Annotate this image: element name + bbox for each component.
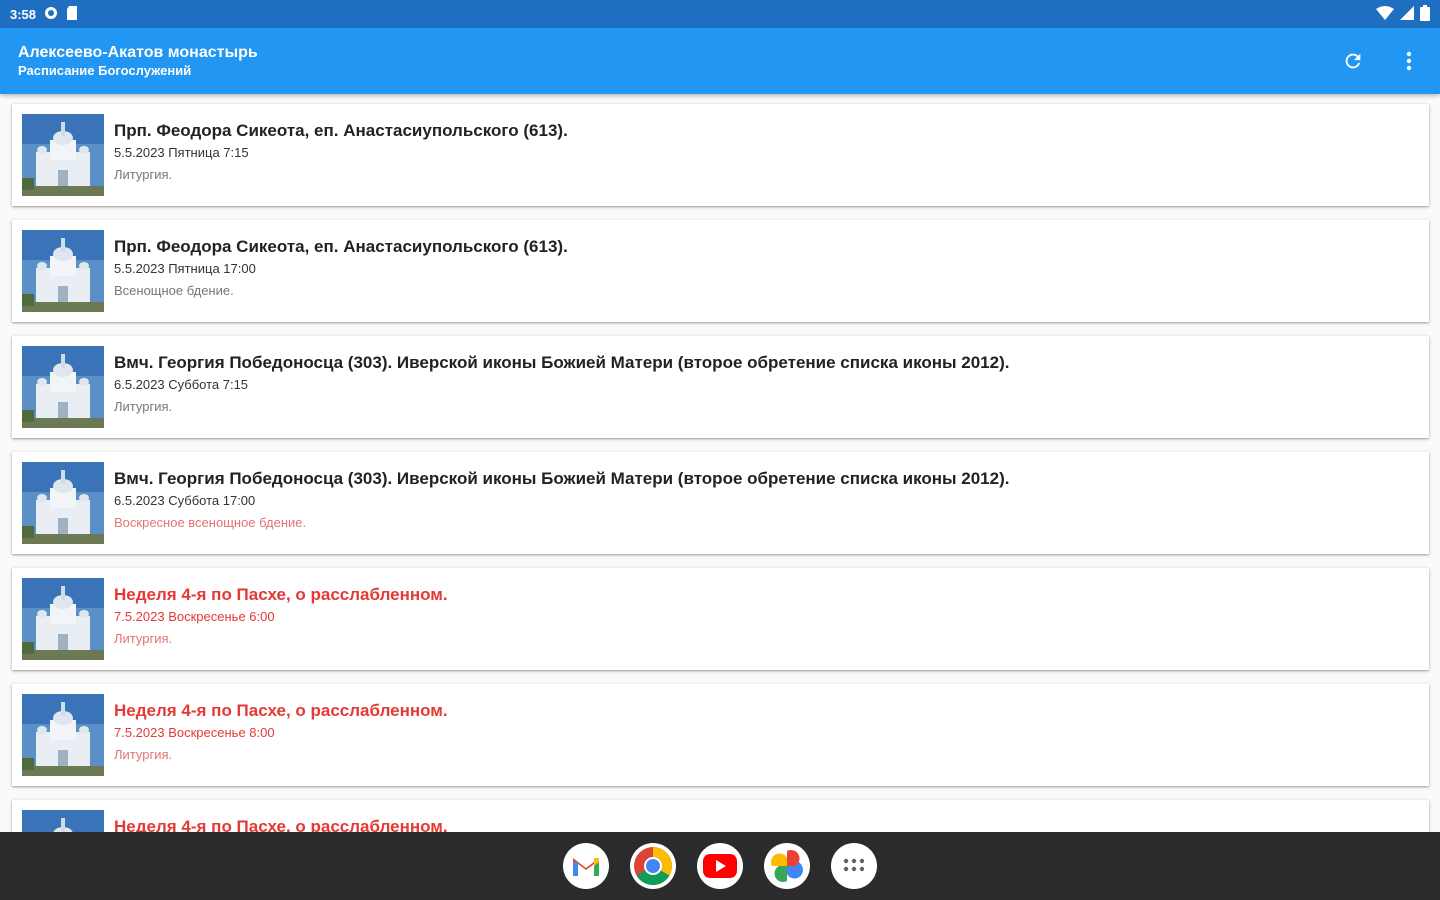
monastery-thumbnail bbox=[22, 694, 104, 776]
event-title: Прп. Феодора Сикеота, еп. Анастасиупольс… bbox=[114, 121, 568, 140]
youtube-icon[interactable] bbox=[697, 843, 743, 889]
list-item[interactable]: Неделя 4-я по Пасхе, о расслабленном. 7.… bbox=[12, 684, 1429, 786]
event-service: Литургия. bbox=[114, 167, 173, 182]
event-title: Прп. Феодора Сикеота, еп. Анастасиупольс… bbox=[114, 237, 568, 256]
monastery-thumbnail bbox=[22, 346, 104, 428]
status-bar: 3:58 bbox=[0, 0, 1440, 28]
monastery-thumbnail bbox=[22, 578, 104, 660]
event-list[interactable]: Прп. Феодора Сикеота, еп. Анастасиупольс… bbox=[0, 94, 1440, 832]
event-title: Неделя 4-я по Пасхе, о расслабленном. bbox=[114, 585, 448, 604]
list-item[interactable]: Вмч. Георгия Победоносца (303). Иверской… bbox=[12, 336, 1429, 438]
event-date: 7.5.2023 Воскресенье 8:00 bbox=[114, 725, 275, 740]
monastery-thumbnail bbox=[22, 114, 104, 196]
monastery-thumbnail bbox=[22, 230, 104, 312]
app-subtitle: Расписание Богослужений bbox=[18, 63, 192, 78]
event-date: 6.5.2023 Суббота 17:00 bbox=[114, 493, 256, 508]
app-drawer-icon[interactable] bbox=[831, 843, 877, 889]
gmail-icon[interactable] bbox=[563, 843, 609, 889]
event-date: 7.5.2023 Воскресенье 6:00 bbox=[114, 609, 275, 624]
battery-icon bbox=[1420, 4, 1430, 24]
list-item[interactable]: Прп. Феодора Сикеота, еп. Анастасиупольс… bbox=[12, 220, 1429, 322]
status-time: 3:58 bbox=[10, 6, 37, 22]
list-item[interactable]: Неделя 4-я по Пасхе, о расслабленном. 7.… bbox=[12, 568, 1429, 670]
monastery-thumbnail bbox=[22, 810, 104, 832]
app-bar: Алексеево-Акатов монастырь Расписание Бо… bbox=[0, 28, 1440, 94]
event-date: 5.5.2023 Пятница 7:15 bbox=[114, 145, 249, 160]
event-title: Вмч. Георгия Победоносца (303). Иверской… bbox=[114, 469, 1010, 488]
refresh-icon[interactable] bbox=[1340, 48, 1366, 74]
event-service: Литургия. bbox=[114, 631, 173, 646]
event-title: Неделя 4-я по Пасхе, о расслабленном. bbox=[114, 817, 448, 832]
taskbar bbox=[0, 832, 1440, 900]
app-title: Алексеево-Акатов монастырь bbox=[18, 44, 258, 61]
photos-icon[interactable] bbox=[764, 843, 810, 889]
chrome-icon[interactable] bbox=[630, 843, 676, 889]
list-item[interactable]: Неделя 4-я по Пасхе, о расслабленном. bbox=[12, 800, 1429, 832]
sd-card-icon bbox=[66, 5, 78, 23]
event-date: 5.5.2023 Пятница 17:00 bbox=[114, 261, 256, 276]
event-service: Воскресное всенощное бдение. bbox=[114, 515, 307, 530]
wifi-icon bbox=[1376, 5, 1394, 23]
vpn-icon bbox=[44, 6, 58, 23]
event-service: Всенощное бдение. bbox=[114, 283, 234, 298]
list-item[interactable]: Вмч. Георгия Победоносца (303). Иверской… bbox=[12, 452, 1429, 554]
monastery-thumbnail bbox=[22, 462, 104, 544]
cell-signal-icon bbox=[1400, 5, 1414, 23]
event-service: Литургия. bbox=[114, 399, 173, 414]
event-service: Литургия. bbox=[114, 747, 173, 762]
more-vert-icon[interactable] bbox=[1396, 48, 1422, 74]
list-item[interactable]: Прп. Феодора Сикеота, еп. Анастасиупольс… bbox=[12, 104, 1429, 206]
event-title: Неделя 4-я по Пасхе, о расслабленном. bbox=[114, 701, 448, 720]
event-date: 6.5.2023 Суббота 7:15 bbox=[114, 377, 249, 392]
event-title: Вмч. Георгия Победоносца (303). Иверской… bbox=[114, 353, 1010, 372]
